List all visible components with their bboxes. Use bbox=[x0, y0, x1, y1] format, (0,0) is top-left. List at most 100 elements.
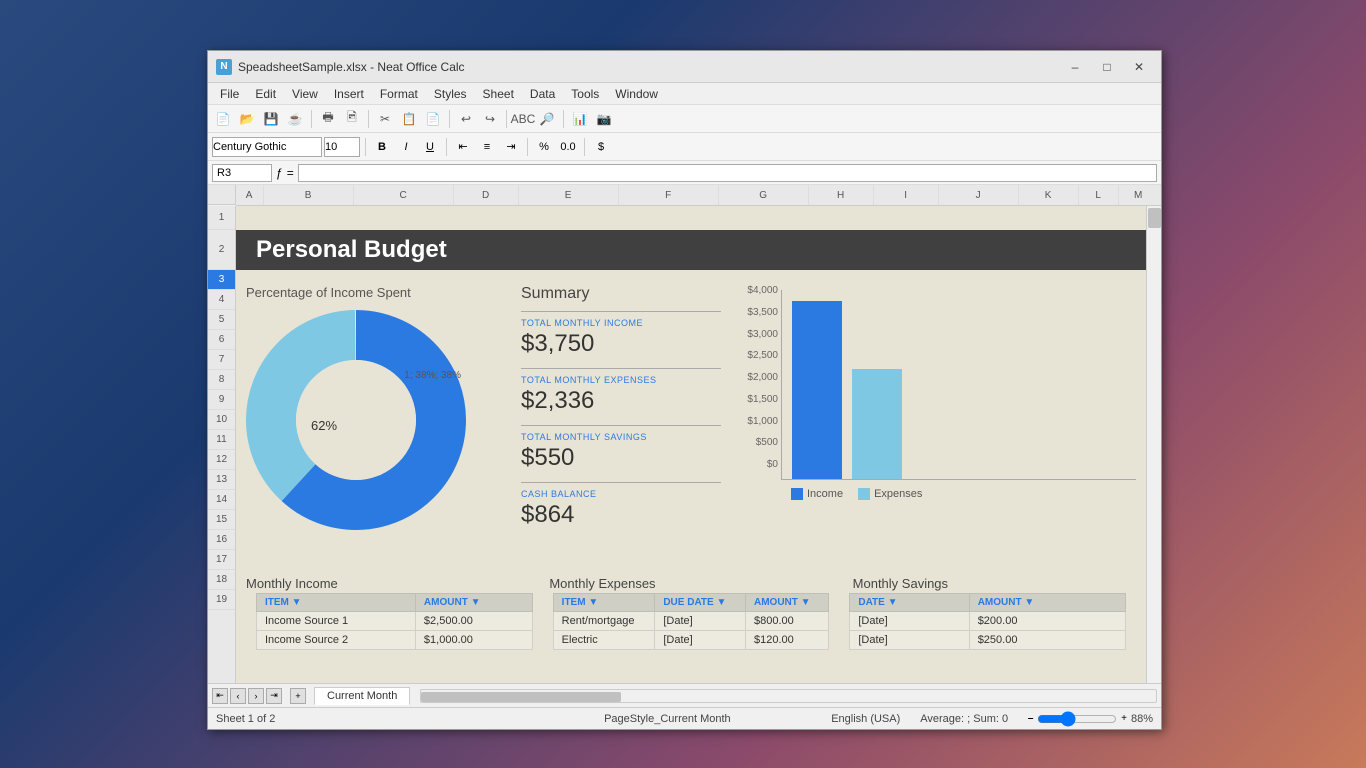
horizontal-scrollbar[interactable] bbox=[420, 689, 1157, 703]
percent-button[interactable]: % bbox=[533, 136, 555, 158]
savings-date-filter-icon[interactable]: ▼ bbox=[888, 597, 898, 608]
col-d: D bbox=[454, 185, 519, 205]
underline-button[interactable]: U bbox=[419, 136, 441, 158]
row-8: 8 bbox=[208, 370, 235, 390]
row-17: 17 bbox=[208, 550, 235, 570]
formula-input[interactable] bbox=[298, 164, 1157, 182]
income-source-1-cell: Income Source 1 bbox=[257, 612, 416, 631]
zoom-out-button[interactable]: ⎯ bbox=[1028, 713, 1033, 724]
image-button[interactable]: 📷 bbox=[593, 108, 615, 130]
filter-dropdown-icon-2[interactable]: ▼ bbox=[471, 597, 481, 608]
expense-filter-icon[interactable]: ▼ bbox=[588, 597, 598, 608]
h-scrollbar-thumb[interactable] bbox=[421, 692, 621, 702]
align-center-button[interactable]: ≡ bbox=[476, 136, 498, 158]
zoom-slider[interactable] bbox=[1037, 711, 1117, 727]
row-19: 19 bbox=[208, 590, 235, 610]
save-remote-button[interactable]: ☕ bbox=[284, 108, 306, 130]
new-button[interactable]: 📄 bbox=[212, 108, 234, 130]
y-4000: $4,000 bbox=[736, 285, 778, 296]
budget-header: Personal Budget bbox=[236, 230, 1146, 270]
menu-sheet[interactable]: Sheet bbox=[475, 85, 522, 103]
copy-button[interactable]: 📋 bbox=[398, 108, 420, 130]
tab-prev-button[interactable]: ‹ bbox=[230, 688, 246, 704]
save-button[interactable]: 💾 bbox=[260, 108, 282, 130]
redo-button[interactable]: ↪ bbox=[479, 108, 501, 130]
italic-button[interactable]: I bbox=[395, 136, 417, 158]
income-bar bbox=[792, 301, 842, 479]
table-row: Electric [Date] $120.00 bbox=[553, 631, 829, 650]
donut-chart-section: Percentage of Income Spent bbox=[246, 285, 506, 560]
row-4: 4 bbox=[208, 290, 235, 310]
expense-amount-header: AMOUNT ▼ bbox=[746, 594, 829, 612]
y-1500: $1,500 bbox=[736, 394, 778, 405]
expense-date-filter-icon[interactable]: ▼ bbox=[716, 597, 726, 608]
add-sheet-button[interactable]: + bbox=[290, 688, 306, 704]
filter-dropdown-icon[interactable]: ▼ bbox=[292, 597, 302, 608]
expense-amount-2: $120.00 bbox=[746, 631, 829, 650]
expense-item-2: Electric bbox=[553, 631, 655, 650]
menu-window[interactable]: Window bbox=[607, 85, 666, 103]
expense-amount-1: $800.00 bbox=[746, 612, 829, 631]
col-c: C bbox=[354, 185, 454, 205]
titlebar: N SpeadsheetSample.xlsx - Neat Office Ca… bbox=[208, 51, 1161, 83]
menu-data[interactable]: Data bbox=[522, 85, 563, 103]
row-13: 13 bbox=[208, 470, 235, 490]
expenses-legend-label: Expenses bbox=[874, 488, 922, 500]
menu-edit[interactable]: Edit bbox=[247, 85, 284, 103]
spreadsheet-area: A B C D E F G H I J K L M bbox=[208, 185, 1161, 683]
expense-date-header: DUE DATE ▼ bbox=[655, 594, 746, 612]
open-button[interactable]: 📂 bbox=[236, 108, 258, 130]
function-icon: ƒ bbox=[276, 166, 283, 180]
scrollbar-thumb[interactable] bbox=[1148, 208, 1161, 228]
donut-chart: 62% 1; 38%; 38% bbox=[246, 310, 466, 530]
font-name-input[interactable]: Century Gothic bbox=[212, 137, 322, 157]
col-k: K bbox=[1019, 185, 1079, 205]
monthly-expenses-table: ITEM ▼ DUE DATE ▼ AMOUNT bbox=[553, 593, 830, 650]
minimize-button[interactable]: – bbox=[1061, 57, 1089, 77]
row-11: 11 bbox=[208, 430, 235, 450]
font-size-input[interactable]: 10 bbox=[324, 137, 360, 157]
cell-reference-input[interactable]: R3 bbox=[212, 164, 272, 182]
expense-date-2: [Date] bbox=[655, 631, 746, 650]
menu-view[interactable]: View bbox=[284, 85, 326, 103]
menu-format[interactable]: Format bbox=[372, 85, 426, 103]
row-18: 18 bbox=[208, 570, 235, 590]
tab-next-button[interactable]: › bbox=[248, 688, 264, 704]
sheet-grid[interactable]: Personal Budget Percentage of Income Spe… bbox=[236, 206, 1146, 683]
currency-button[interactable]: $ bbox=[590, 136, 612, 158]
align-left-button[interactable]: ⇤ bbox=[452, 136, 474, 158]
window-title: SpeadsheetSample.xlsx - Neat Office Calc bbox=[238, 60, 1061, 74]
separator bbox=[506, 110, 507, 128]
tab-navigation: ⇤ ‹ › ⇥ bbox=[212, 688, 282, 704]
chart-button[interactable]: 📊 bbox=[569, 108, 591, 130]
close-button[interactable]: ✕ bbox=[1125, 57, 1153, 77]
cut-button[interactable]: ✂ bbox=[374, 108, 396, 130]
maximize-button[interactable]: □ bbox=[1093, 57, 1121, 77]
print-button[interactable]: 🖶 bbox=[317, 108, 339, 130]
zoom-in-button[interactable]: + bbox=[1121, 713, 1127, 724]
menu-styles[interactable]: Styles bbox=[426, 85, 475, 103]
vertical-scrollbar[interactable] bbox=[1146, 206, 1161, 683]
menu-insert[interactable]: Insert bbox=[326, 85, 372, 103]
row-1-content bbox=[236, 206, 1146, 230]
table-row: [Date] $250.00 bbox=[850, 631, 1126, 650]
row-5: 5 bbox=[208, 310, 235, 330]
savings-amount-filter-icon[interactable]: ▼ bbox=[1024, 597, 1034, 608]
spell-check-button[interactable]: ABC bbox=[512, 108, 534, 130]
number-format-button[interactable]: 0.0 bbox=[557, 136, 579, 158]
undo-button[interactable]: ↩ bbox=[455, 108, 477, 130]
table-row: Rent/mortgage [Date] $800.00 bbox=[553, 612, 829, 631]
bar-chart-bars bbox=[781, 290, 1136, 480]
bold-button[interactable]: B bbox=[371, 136, 393, 158]
row-12: 12 bbox=[208, 450, 235, 470]
print-preview-button[interactable]: 🖻 bbox=[341, 108, 363, 130]
tab-last-button[interactable]: ⇥ bbox=[266, 688, 282, 704]
tab-first-button[interactable]: ⇤ bbox=[212, 688, 228, 704]
expense-amount-filter-icon[interactable]: ▼ bbox=[801, 597, 811, 608]
align-right-button[interactable]: ⇥ bbox=[500, 136, 522, 158]
paste-button[interactable]: 📄 bbox=[422, 108, 444, 130]
menu-tools[interactable]: Tools bbox=[563, 85, 607, 103]
tab-current-month[interactable]: Current Month bbox=[314, 687, 410, 705]
find-button[interactable]: 🔎 bbox=[536, 108, 558, 130]
menu-file[interactable]: File bbox=[212, 85, 247, 103]
